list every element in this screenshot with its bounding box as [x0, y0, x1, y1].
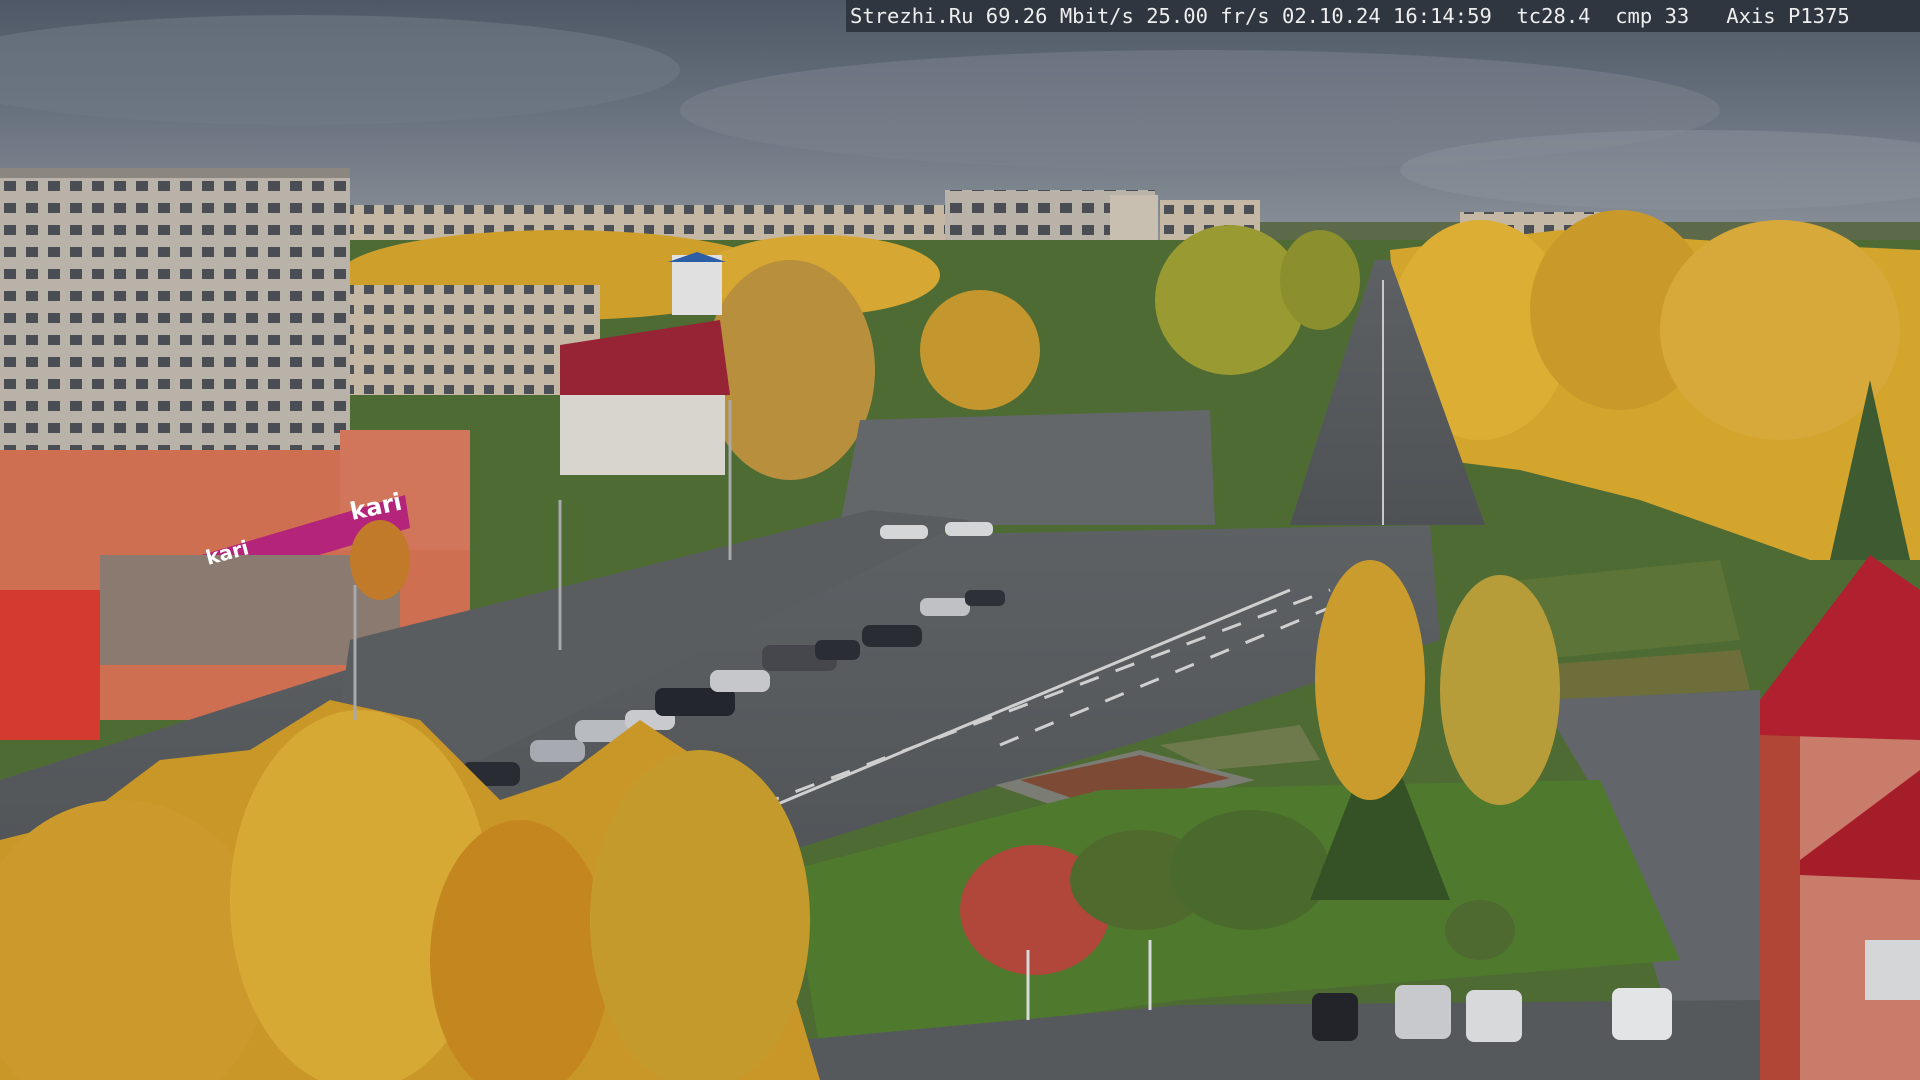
parked-car — [880, 525, 928, 539]
parked-car — [530, 740, 585, 762]
parked-car — [1612, 988, 1672, 1040]
birch-tree — [1315, 560, 1425, 800]
parked-car — [862, 625, 922, 647]
red-corner-block — [0, 590, 100, 740]
tree-canopy — [1155, 225, 1305, 375]
street-scene: kari kari — [0, 0, 1920, 1080]
birch-tree — [1440, 575, 1560, 805]
tree-canopy — [920, 290, 1040, 410]
window — [1865, 940, 1920, 1000]
green-bush — [1170, 810, 1330, 930]
parked-car — [1395, 985, 1451, 1039]
roof — [0, 168, 350, 178]
birch-tree — [350, 520, 410, 600]
white-building — [560, 395, 725, 475]
parked-car — [1312, 993, 1358, 1041]
camera-frame: kari kari Strezhi.Ru 69.26 Mbit/s 25.00 … — [0, 0, 1920, 1080]
plaza — [840, 410, 1215, 525]
parked-car — [710, 670, 770, 692]
parked-car — [920, 598, 970, 616]
camera-osd-overlay: Strezhi.Ru 69.26 Mbit/s 25.00 fr/s 02.10… — [846, 0, 1920, 32]
tree-canopy — [590, 750, 810, 1080]
green-bush — [1445, 900, 1515, 960]
blue-tower-top — [672, 255, 722, 315]
parked-car — [965, 590, 1005, 606]
parked-car — [815, 640, 860, 660]
tree-canopy — [1280, 230, 1360, 330]
parked-car — [655, 688, 735, 716]
building-pillar — [1760, 730, 1800, 1080]
parked-car — [945, 522, 993, 536]
parked-car — [1466, 990, 1522, 1042]
